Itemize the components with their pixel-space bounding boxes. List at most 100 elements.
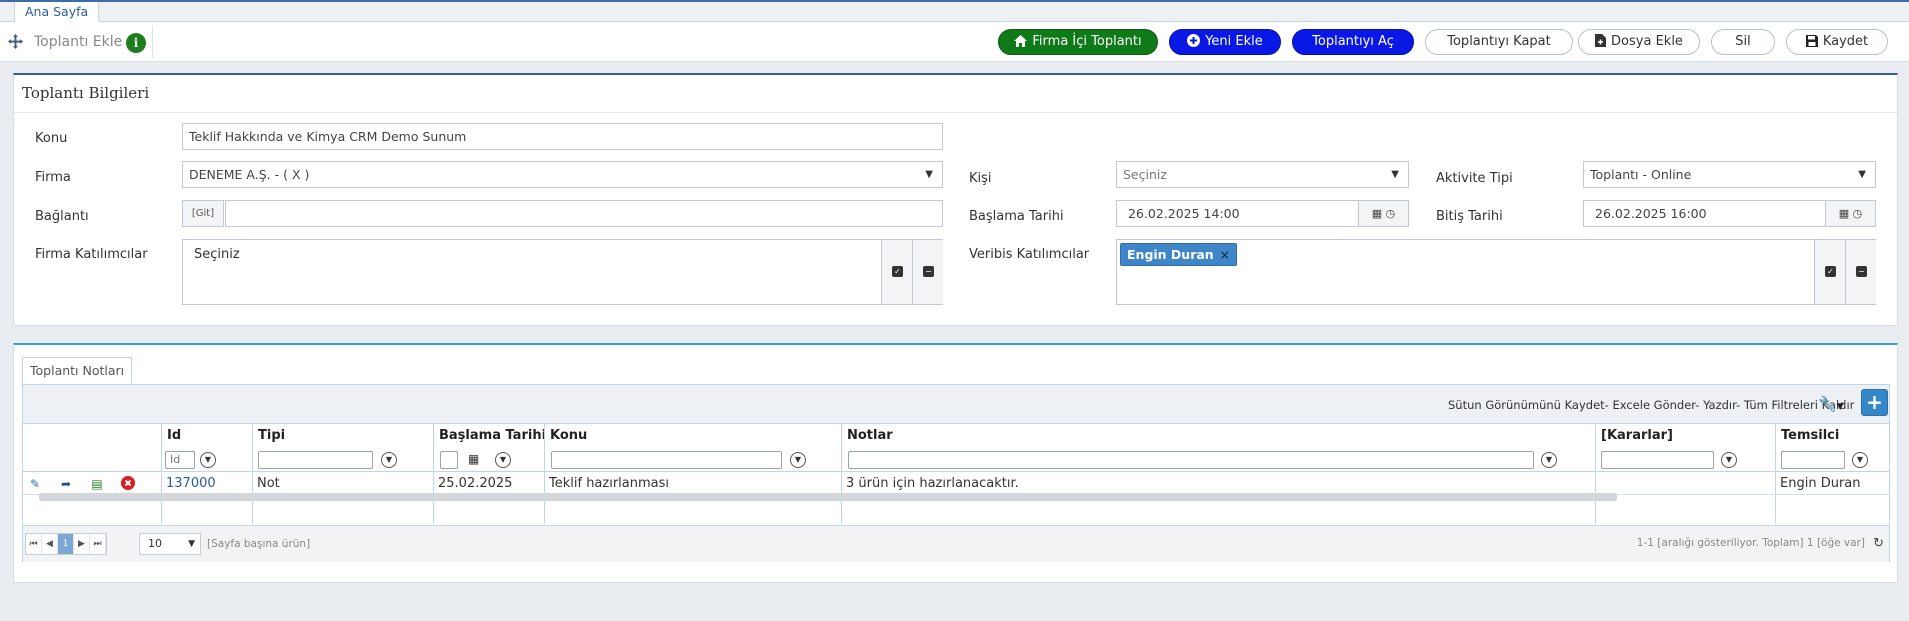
toplantiyi-kapat-button[interactable]: Toplantıyı Kapat — [1425, 29, 1573, 55]
current-page-button[interactable]: 1 — [58, 534, 74, 554]
baslama-tarihi-value: 26.02.2025 14:00 — [1128, 206, 1240, 221]
select-all-toggle[interactable]: ✓ — [1814, 240, 1845, 304]
tab-ana-sayfa[interactable]: Ana Sayfa — [14, 2, 100, 23]
column-header-kararlar[interactable]: [Kararlar] — [1595, 424, 1775, 448]
info-icon[interactable]: i — [126, 33, 146, 53]
add-note-button[interactable]: + — [1861, 389, 1888, 416]
id-filter-input[interactable]: Id — [165, 451, 195, 469]
edit-icon[interactable]: ✎ — [27, 476, 43, 492]
file-icon — [1595, 32, 1607, 56]
calendar-icon: ▦ — [1371, 207, 1383, 220]
tipi-filter-input[interactable] — [258, 451, 373, 469]
minus-square-icon: − — [923, 266, 934, 277]
horizontal-scrollbar[interactable] — [39, 493, 1617, 501]
firma-ici-toplanti-button[interactable]: Firma İçi Toplantı — [998, 29, 1158, 55]
wrench-icon[interactable]: 🔧▼ — [1818, 395, 1844, 413]
minus-square-icon: − — [1856, 266, 1867, 277]
save-icon — [1805, 32, 1818, 56]
cell-kararlar — [1595, 473, 1600, 495]
participant-tag[interactable]: Engin Duran × — [1120, 243, 1237, 266]
filter-icon[interactable]: ▼ — [1721, 452, 1737, 468]
column-header-id[interactable]: Id — [161, 424, 252, 448]
veribis-katilimcilar-select[interactable]: Engin Duran × ✓ − — [1116, 239, 1876, 305]
baglanti-label: Bağlantı — [35, 209, 89, 224]
konu-label: Konu — [35, 131, 68, 146]
aktivite-tipi-value: Toplantı - Online — [1590, 167, 1692, 182]
grid-toolbar-links[interactable]: Sütun Görünümünü Kaydet- Excele Gönder- … — [1448, 398, 1854, 412]
cell-id[interactable]: 137000 — [161, 473, 216, 495]
notes-grid: Sütun Görünümünü Kaydet- Excele Gönder- … — [22, 384, 1890, 562]
date-time-picker-button[interactable]: ▦ ◷ — [1825, 201, 1875, 226]
pager-buttons: ⏮ ◀ 1 ▶ ⏭ — [25, 533, 107, 555]
kisi-select-placeholder: Seçiniz — [1123, 167, 1167, 182]
dosya-ekle-button[interactable]: Dosya Ekle — [1578, 29, 1700, 55]
column-header-baslama-tarihi[interactable]: Başlama Tarihi — [433, 424, 546, 448]
temsilci-filter-input[interactable] — [1781, 451, 1845, 469]
firma-katilimcilar-value: Seçiniz — [194, 247, 240, 262]
konu-input[interactable]: Teklif Hakkında ve Kimya CRM Demo Sunum — [182, 123, 943, 150]
cell-tipi: Not — [257, 476, 280, 491]
last-page-icon[interactable]: ⏭ — [90, 534, 106, 554]
plus-circle-icon — [1187, 32, 1201, 56]
filter-icon[interactable]: ▼ — [381, 452, 397, 468]
cell-baslama-tarihi: 25.02.2025 — [438, 476, 513, 491]
bitis-tarihi-input[interactable]: 26.02.2025 16:00 ▦ ◷ — [1583, 200, 1876, 227]
share-arrow-icon[interactable]: ➦ — [58, 476, 74, 492]
kararlar-filter-input[interactable] — [1601, 451, 1714, 469]
table-row[interactable]: ✎ ➦ ▤ 137000 Not 25.02.2025 Teklif hazır… — [23, 473, 1889, 495]
check-square-icon: ✓ — [892, 266, 903, 277]
filter-icon[interactable]: ▼ — [1541, 452, 1557, 468]
bitis-tarihi-label: Bitiş Tarihi — [1436, 209, 1503, 224]
filter-icon[interactable]: ▼ — [790, 452, 806, 468]
column-header-notlar[interactable]: Notlar — [841, 424, 1595, 448]
filter-icon[interactable]: ▼ — [495, 452, 511, 468]
column-header-konu[interactable]: Konu — [544, 424, 841, 448]
column-header-tipi[interactable]: Tipi — [252, 424, 433, 448]
yeni-ekle-label: Yeni Ekle — [1205, 34, 1263, 49]
page-title: Toplantı Ekle — [34, 34, 123, 50]
file-export-icon[interactable]: ▤ — [89, 476, 105, 492]
konu-filter-input[interactable] — [551, 451, 782, 469]
firma-katilimcilar-select[interactable]: Seçiniz ✓ − — [182, 239, 943, 305]
refresh-icon[interactable]: ↻ — [1873, 536, 1884, 551]
filter-icon[interactable]: ▼ — [200, 452, 216, 468]
page-size-select[interactable]: 10 ▼ — [139, 533, 201, 555]
kisi-select[interactable]: Seçiniz ▼ — [1116, 161, 1409, 188]
kaydet-button[interactable]: Kaydet — [1786, 29, 1888, 55]
notlar-filter-input[interactable] — [848, 451, 1534, 469]
filter-icon[interactable]: ▼ — [1852, 452, 1868, 468]
pager-info: 1-1 [aralığı gösteriliyor. Toplam] 1 [öğ… — [1636, 537, 1865, 549]
prev-page-icon[interactable]: ◀ — [42, 534, 58, 554]
firma-ici-toplanti-label: Firma İçi Toplantı — [1032, 34, 1142, 49]
git-button[interactable]: [Git] — [182, 200, 224, 227]
toolbar-separator — [152, 26, 153, 58]
date-time-picker-button[interactable]: ▦ ◷ — [1358, 201, 1408, 226]
top-tab-strip: Ana Sayfa — [0, 0, 1909, 23]
firma-select[interactable]: DENEME A.Ş. - ( X ) ▼ — [182, 161, 943, 188]
column-header-temsilci[interactable]: Temsilci — [1775, 424, 1889, 448]
delete-icon[interactable] — [120, 476, 136, 492]
close-icon[interactable]: × — [1220, 248, 1230, 262]
next-page-icon[interactable]: ▶ — [74, 534, 90, 554]
page-size-value: 10 — [148, 537, 162, 550]
calendar-icon[interactable]: ▦ — [468, 452, 479, 466]
baslama-tarihi-input[interactable]: 26.02.2025 14:00 ▦ ◷ — [1116, 200, 1409, 227]
first-page-icon[interactable]: ⏮ — [26, 534, 42, 554]
baglanti-input[interactable] — [225, 200, 943, 227]
sil-button[interactable]: Sil — [1711, 29, 1775, 55]
baslama-tarihi-filter-input[interactable] — [440, 451, 458, 469]
deselect-all-toggle[interactable]: − — [912, 240, 943, 304]
aktivite-tipi-select[interactable]: Toplantı - Online ▼ — [1583, 161, 1876, 188]
yeni-ekle-button[interactable]: Yeni Ekle — [1169, 29, 1281, 55]
toplantiyi-ac-button[interactable]: Toplantıyı Aç — [1292, 29, 1414, 55]
firma-label: Firma — [35, 170, 71, 185]
dosya-ekle-label: Dosya Ekle — [1611, 34, 1683, 49]
baslama-tarihi-label: Başlama Tarihi — [969, 209, 1064, 224]
cell-temsilci: Engin Duran — [1780, 476, 1861, 491]
deselect-all-toggle[interactable]: − — [1845, 240, 1876, 304]
tab-toplanti-notlari[interactable]: Toplantı Notları — [22, 357, 133, 385]
move-icon[interactable] — [8, 34, 23, 49]
firma-select-value: DENEME A.Ş. - ( X ) — [189, 167, 310, 182]
select-all-toggle[interactable]: ✓ — [881, 240, 912, 304]
chevron-down-icon: ▼ — [925, 169, 933, 180]
